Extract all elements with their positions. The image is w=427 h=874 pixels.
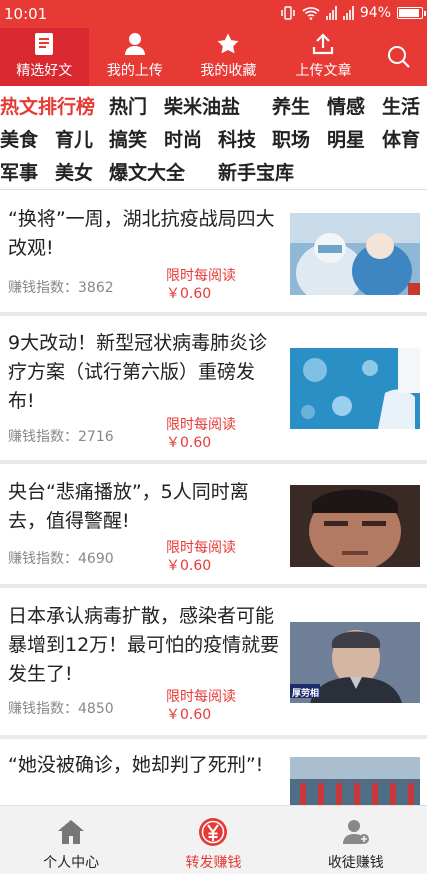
nav-label: 个人中心 [43, 855, 100, 871]
category-sports[interactable]: 体育 [382, 125, 420, 152]
category-funny[interactable]: 搞笑 [109, 125, 147, 152]
tab-my-uploads[interactable]: 我的上传 [89, 28, 182, 86]
home-icon [56, 816, 86, 848]
article-title: 9大改动！新型冠状病毒肺炎诊疗方案（试行第六版）重磅发布! [8, 332, 268, 412]
article-item[interactable]: “她没被确诊，她却判了死刑”! [0, 739, 427, 805]
category-food[interactable]: 美食 [0, 125, 38, 152]
status-bar: 10:01 94% [0, 0, 427, 28]
thumb-caption: 厚劳相 [292, 689, 320, 699]
tab-label: 精选好文 [16, 63, 73, 79]
category-bar: 热文排行榜 热门 柴米油盐 养生 情感 生活 美食 育儿 搞笑 时尚 科技 职场… [0, 86, 427, 190]
star-icon [216, 31, 240, 57]
earning-index: 赚钱指数：4690 [8, 551, 114, 567]
nav-personal-center[interactable]: 个人中心 [0, 806, 142, 874]
article-thumbnail: 厚劳相 [290, 622, 420, 703]
category-newbie-guide[interactable]: 新手宝库 [218, 158, 294, 185]
nav-recruit-earn[interactable]: 收徒赚钱 [285, 806, 427, 874]
category-celebrity[interactable]: 明星 [327, 125, 365, 152]
tab-featured[interactable]: 精选好文 [0, 28, 89, 86]
reward-badge: 限时每阅读 ￥0.60 [166, 268, 236, 302]
earning-index: 赚钱指数：3862 [8, 280, 114, 296]
article-title: “换将”一周，湖北抗疫战局四大改观! [8, 208, 275, 259]
category-viral-collection[interactable]: 爆文大全 [109, 158, 185, 185]
document-icon [34, 31, 54, 57]
status-icons: 94% [280, 5, 426, 21]
category-parenting[interactable]: 育儿 [55, 125, 93, 152]
person-icon [124, 31, 146, 57]
category-fashion[interactable]: 时尚 [164, 125, 202, 152]
tab-favorites[interactable]: 我的收藏 [181, 28, 276, 86]
category-hot-ranking[interactable]: 热文排行榜 [0, 92, 95, 119]
category-household[interactable]: 柴米油盐 [164, 92, 240, 119]
tab-label: 我的收藏 [200, 63, 257, 79]
article-title: 日本承认病毒扩散，感染者可能暴增到12万！最可怕的疫情就要发生了! [8, 605, 280, 685]
tab-upload-article[interactable]: 上传文章 [276, 28, 372, 86]
wifi-icon [302, 7, 320, 20]
article-item[interactable]: 央台“悲痛播放”，5人同时离去，值得警醒! 赚钱指数：4690 限时每阅读 ￥0… [0, 464, 427, 584]
nav-share-earn[interactable]: 转发赚钱 [142, 806, 284, 874]
add-user-icon [341, 816, 371, 848]
category-health[interactable]: 养生 [272, 92, 310, 119]
earning-index: 赚钱指数：2716 [8, 429, 114, 445]
reward-badge: 限时每阅读 ￥0.60 [166, 417, 236, 451]
article-thumbnail [290, 757, 420, 805]
tab-label: 上传文章 [295, 63, 352, 79]
article-thumbnail [290, 348, 420, 429]
article-thumbnail [290, 213, 420, 295]
article-title: “她没被确诊，她却判了死刑”! [8, 754, 264, 776]
category-beauty[interactable]: 美女 [55, 158, 93, 185]
article-thumbnail [290, 485, 420, 567]
search-button[interactable] [371, 28, 427, 86]
category-workplace[interactable]: 职场 [272, 125, 310, 152]
signal-icon [325, 6, 337, 20]
yuan-coin-icon [197, 816, 229, 848]
tab-label: 我的上传 [106, 63, 163, 79]
article-item[interactable]: 9大改动！新型冠状病毒肺炎诊疗方案（试行第六版）重磅发布! 赚钱指数：2716 … [0, 316, 427, 460]
status-time: 10:01 [4, 5, 48, 23]
search-icon [388, 46, 410, 68]
category-life[interactable]: 生活 [382, 92, 420, 119]
reward-badge: 限时每阅读 ￥0.60 [166, 689, 236, 723]
category-emotion[interactable]: 情感 [327, 92, 365, 119]
upload-icon [311, 31, 335, 57]
category-tech[interactable]: 科技 [218, 125, 256, 152]
vibrate-icon [281, 6, 295, 20]
battery-icon [397, 7, 426, 19]
signal-icon-2 [342, 6, 354, 20]
category-military[interactable]: 军事 [0, 158, 38, 185]
bottom-nav: 个人中心 转发赚钱 收徒赚钱 [0, 805, 427, 874]
nav-label: 收徒赚钱 [327, 855, 384, 871]
article-feed: “换将”一周，湖北抗疫战局四大改观! 赚钱指数：3862 限时每阅读 ￥0.60… [0, 191, 427, 805]
article-title: 央台“悲痛播放”，5人同时离去，值得警醒! [8, 481, 249, 532]
article-item[interactable]: “换将”一周，湖北抗疫战局四大改观! 赚钱指数：3862 限时每阅读 ￥0.60 [0, 191, 427, 312]
category-popular[interactable]: 热门 [109, 92, 147, 119]
article-item[interactable]: 日本承认病毒扩散，感染者可能暴增到12万！最可怕的疫情就要发生了! 赚钱指数：4… [0, 588, 427, 735]
earning-index: 赚钱指数：4850 [8, 701, 114, 717]
battery-percent: 94% [359, 5, 391, 21]
nav-label: 转发赚钱 [185, 855, 242, 871]
top-nav: 精选好文 我的上传 我的收藏 上传文章 [0, 28, 427, 86]
reward-badge: 限时每阅读 ￥0.60 [166, 540, 236, 574]
